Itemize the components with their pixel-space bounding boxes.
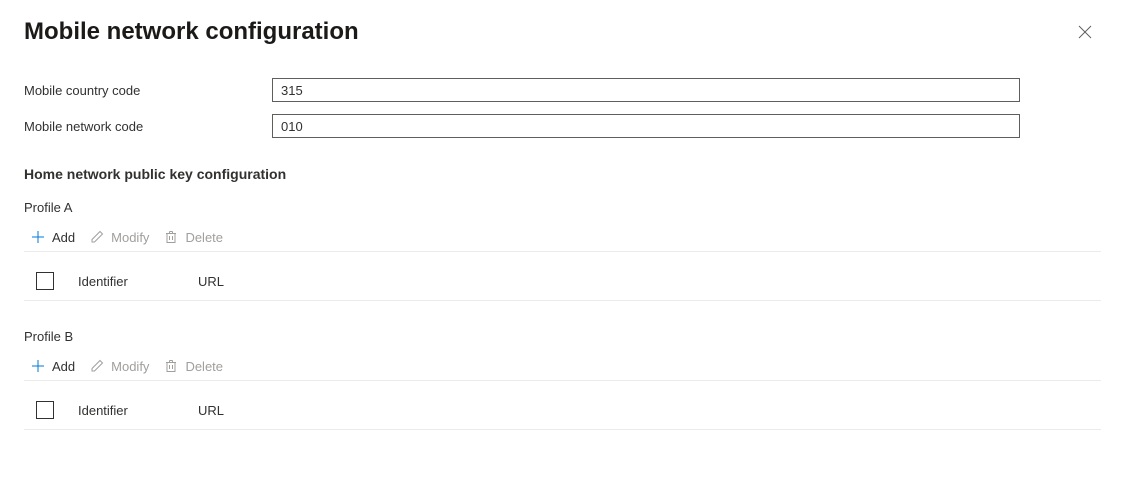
plus-icon [30,229,46,245]
mnc-label: Mobile network code [24,119,272,134]
profile-b-add-button[interactable]: Add [30,358,75,374]
add-label: Add [52,230,75,245]
pencil-icon [89,229,105,245]
profile-a-delete-button[interactable]: Delete [163,229,223,245]
trash-icon [163,358,179,374]
column-identifier: Identifier [78,274,198,289]
mcc-input[interactable] [272,78,1020,102]
profile-a-select-all-checkbox[interactable] [36,272,54,290]
section-heading: Home network public key configuration [24,166,1101,182]
profile-a-label: Profile A [24,200,1101,215]
profile-b-toolbar: Add Modify Delet [24,358,1101,381]
modify-label: Modify [111,230,149,245]
trash-icon [163,229,179,245]
modify-label: Modify [111,359,149,374]
mnc-input[interactable] [272,114,1020,138]
profile-b-modify-button[interactable]: Modify [89,358,149,374]
profile-a-toolbar: Add Modify Delet [24,229,1101,252]
profile-a-section: Profile A Add Modify [24,200,1101,301]
pencil-icon [89,358,105,374]
profile-b-select-all-checkbox[interactable] [36,401,54,419]
column-identifier: Identifier [78,403,198,418]
column-url: URL [198,274,224,289]
mcc-label: Mobile country code [24,83,272,98]
close-icon [1078,25,1092,39]
profile-b-section: Profile B Add Modify [24,329,1101,430]
column-url: URL [198,403,224,418]
profile-b-label: Profile B [24,329,1101,344]
profile-a-add-button[interactable]: Add [30,229,75,245]
close-button[interactable] [1077,24,1093,40]
page-title: Mobile network configuration [24,18,359,46]
plus-icon [30,358,46,374]
delete-label: Delete [185,230,223,245]
profile-a-table-header: Identifier URL [24,272,1101,301]
profile-a-modify-button[interactable]: Modify [89,229,149,245]
profile-b-delete-button[interactable]: Delete [163,358,223,374]
profile-b-table-header: Identifier URL [24,401,1101,430]
add-label: Add [52,359,75,374]
delete-label: Delete [185,359,223,374]
